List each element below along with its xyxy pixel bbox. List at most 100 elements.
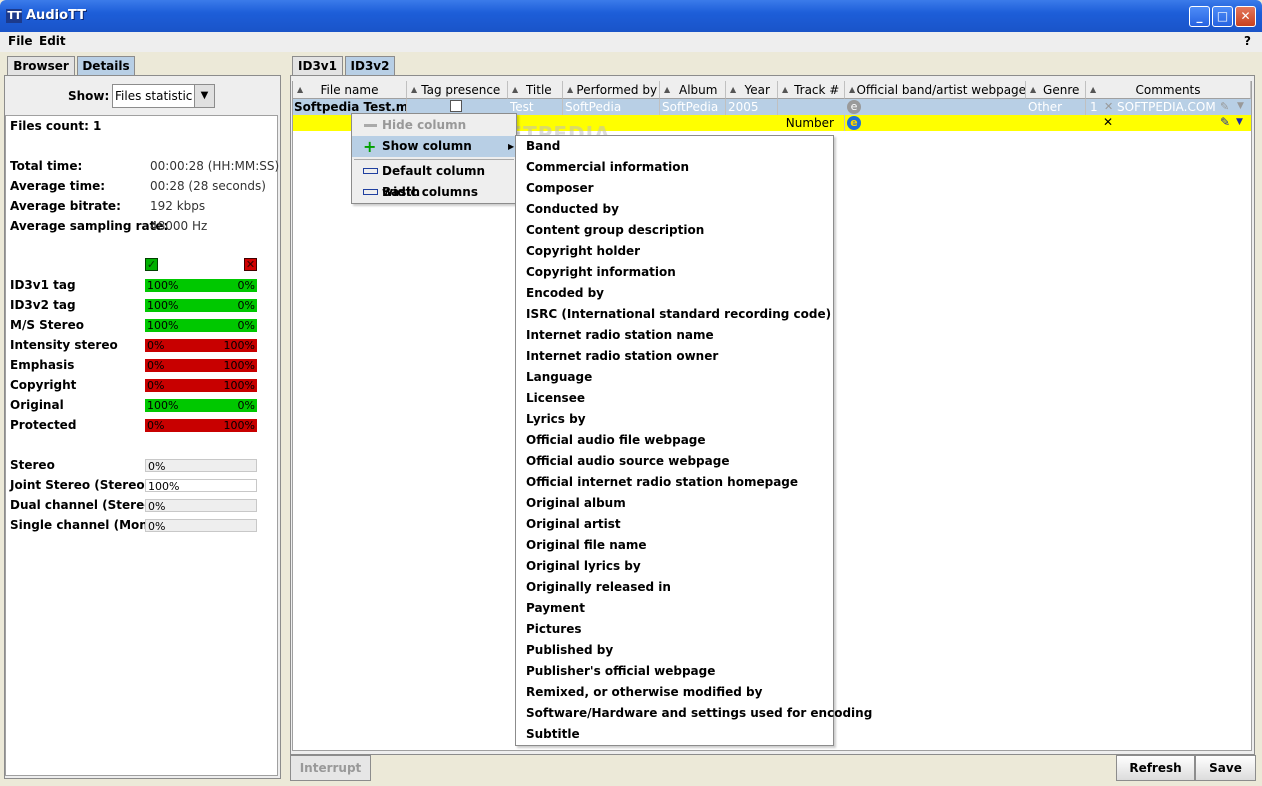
submenu-item[interactable]: Copyright holder [526, 241, 640, 262]
chevron-down-icon[interactable]: ▼ [1237, 101, 1244, 111]
interrupt-button[interactable]: Interrupt [290, 755, 371, 781]
submenu-item[interactable]: Copyright information [526, 262, 676, 283]
submenu-item[interactable]: Original album [526, 493, 626, 514]
submenu-item[interactable]: Official internet radio station homepage [526, 472, 798, 493]
sort-arrow-icon: ▲ [567, 85, 574, 94]
submenu-item[interactable]: Commercial information [526, 157, 689, 178]
tag-stat-label: Protected [10, 418, 77, 432]
submenu-item[interactable]: Encoded by [526, 283, 604, 304]
delete-icon[interactable]: ✕ [1104, 100, 1113, 113]
sort-arrow-icon: ▲ [512, 85, 519, 94]
column-header-title[interactable]: ▲ Title [508, 81, 563, 99]
menu-item-hide-column[interactable]: Hide column [352, 115, 516, 136]
column-header-genre[interactable]: ▲ Genre [1026, 81, 1086, 99]
submenu-item[interactable]: ISRC (International standard recording c… [526, 304, 831, 325]
cell-title[interactable]: Test [510, 99, 563, 115]
menu-help[interactable]: ? [1244, 34, 1251, 48]
column-header-tag-presence[interactable]: ▲ Tag presence [407, 81, 508, 99]
tag-stat-bar: 100% 0% [145, 399, 257, 412]
submenu-item[interactable]: Publisher's official webpage [526, 661, 715, 682]
tab-id3v1[interactable]: ID3v1 [292, 56, 343, 76]
window-title: AudioTT [26, 8, 87, 23]
submenu-item[interactable]: Internet radio station name [526, 325, 714, 346]
edit-icon[interactable]: ✎ [1220, 115, 1230, 129]
sort-arrow-icon: ▲ [411, 85, 418, 94]
submenu-item[interactable]: Subtitle [526, 724, 580, 745]
edit-icon[interactable]: ✎ [1220, 100, 1229, 113]
submenu-item[interactable]: Originally released in [526, 577, 671, 598]
save-button[interactable]: Save [1195, 755, 1256, 781]
submenu-item[interactable]: Composer [526, 178, 594, 199]
submenu-item[interactable]: Conducted by [526, 199, 619, 220]
show-column-submenu: Band Commercial information Composer Conduc… [515, 135, 872, 746]
cell-comment-number: 1 [1090, 100, 1098, 114]
webpage-icon[interactable]: e [847, 116, 861, 130]
minimize-icon[interactable]: _ [1189, 6, 1210, 27]
submenu-item[interactable]: Content group description [526, 220, 704, 241]
column-header-track[interactable]: ▲ Track # [778, 81, 845, 99]
tab-details[interactable]: Details [77, 56, 135, 76]
menu-file[interactable]: File [8, 34, 33, 48]
cell-track[interactable]: Number [778, 115, 845, 131]
chevron-down-icon[interactable]: ▼ [1236, 117, 1243, 127]
submenu-item[interactable]: Original artist [526, 514, 621, 535]
stat-label: Average bitrate: [10, 199, 121, 213]
submenu-item[interactable]: Official audio file webpage [526, 430, 706, 451]
submenu-item[interactable]: Internet radio station owner [526, 346, 718, 367]
tag-stat-right-value: 0% [237, 279, 255, 292]
column-header-comments[interactable]: ▲ Comments [1086, 81, 1251, 99]
menu-item-label: Hide column [382, 118, 467, 132]
submenu-item[interactable]: Language [526, 367, 592, 388]
tab-browser[interactable]: Browser [7, 56, 75, 76]
tag-stat-label: Original [10, 398, 64, 412]
column-header-album[interactable]: ▲ Album [660, 81, 726, 99]
menu-item-show-column[interactable]: + Show column ▶ [352, 136, 516, 157]
mode-stat-label: Joint Stereo (Stereo) [10, 478, 151, 492]
submenu-item[interactable]: Published by [526, 640, 613, 661]
tag-presence-checkbox[interactable] [450, 100, 462, 112]
cell-year[interactable]: 2005 [728, 99, 778, 115]
show-select[interactable]: Files statistic ▼ [112, 84, 215, 108]
submenu-item[interactable]: Official audio source webpage [526, 451, 729, 472]
column-header-label: Performed by [576, 83, 658, 97]
maximize-icon[interactable]: □ [1212, 6, 1233, 27]
webpage-icon[interactable]: e [847, 100, 861, 114]
column-header-official-webpage[interactable]: ▲ Official band/artist webpage [845, 81, 1026, 99]
cell-album[interactable]: SoftPedia [662, 99, 726, 115]
submenu-item[interactable]: Software/Hardware and settings used for … [526, 703, 872, 724]
tag-stat-left-value: 100% [147, 399, 179, 412]
cell-comment[interactable]: SOFTPEDIA.COM [1117, 99, 1217, 115]
submenu-item[interactable]: Original lyrics by [526, 556, 641, 577]
submenu-item[interactable]: Payment [526, 598, 585, 619]
refresh-button[interactable]: Refresh [1116, 755, 1195, 781]
tag-stat-left-value: 0% [147, 359, 165, 372]
menu-item-basic-columns[interactable]: Basic columns [352, 182, 516, 203]
submenu-item[interactable]: Pictures [526, 619, 582, 640]
submenu-item[interactable]: Licensee [526, 388, 585, 409]
column-header-label: File name [320, 83, 379, 97]
column-header-label: Genre [1043, 83, 1080, 97]
column-header-file-name[interactable]: ▲ File name [293, 81, 407, 99]
submenu-item[interactable]: Lyrics by [526, 409, 586, 430]
tag-stat-bar: 0% 100% [145, 359, 257, 372]
submenu-item[interactable]: Band [526, 136, 560, 157]
submenu-item[interactable]: Original file name [526, 535, 646, 556]
menu-item-default-column-width[interactable]: Default column width [352, 161, 516, 199]
cell-genre[interactable]: Other [1028, 99, 1086, 115]
tag-stat-right-value: 100% [223, 339, 255, 352]
cell-performer[interactable]: SoftPedia [565, 99, 660, 115]
tag-stat-left-value: 100% [147, 279, 179, 292]
delete-icon[interactable]: ✕ [1103, 115, 1113, 129]
submenu-item[interactable]: Remixed, or otherwise modified by [526, 682, 762, 703]
column-header-year[interactable]: ▲ Year [726, 81, 778, 99]
tab-id3v2[interactable]: ID3v2 [345, 56, 395, 76]
columns-icon [363, 189, 378, 195]
close-icon[interactable]: ✕ [1235, 6, 1256, 27]
stats-panel [5, 115, 278, 776]
mode-stat-label: Dual channel (Stereo) [10, 498, 158, 512]
column-header-performed-by[interactable]: ▲ Performed by [563, 81, 660, 99]
tag-stat-right-value: 100% [223, 419, 255, 432]
menu-edit[interactable]: Edit [39, 34, 66, 48]
chevron-down-icon[interactable]: ▼ [194, 85, 214, 107]
mode-stat-value: 100% [148, 480, 180, 493]
